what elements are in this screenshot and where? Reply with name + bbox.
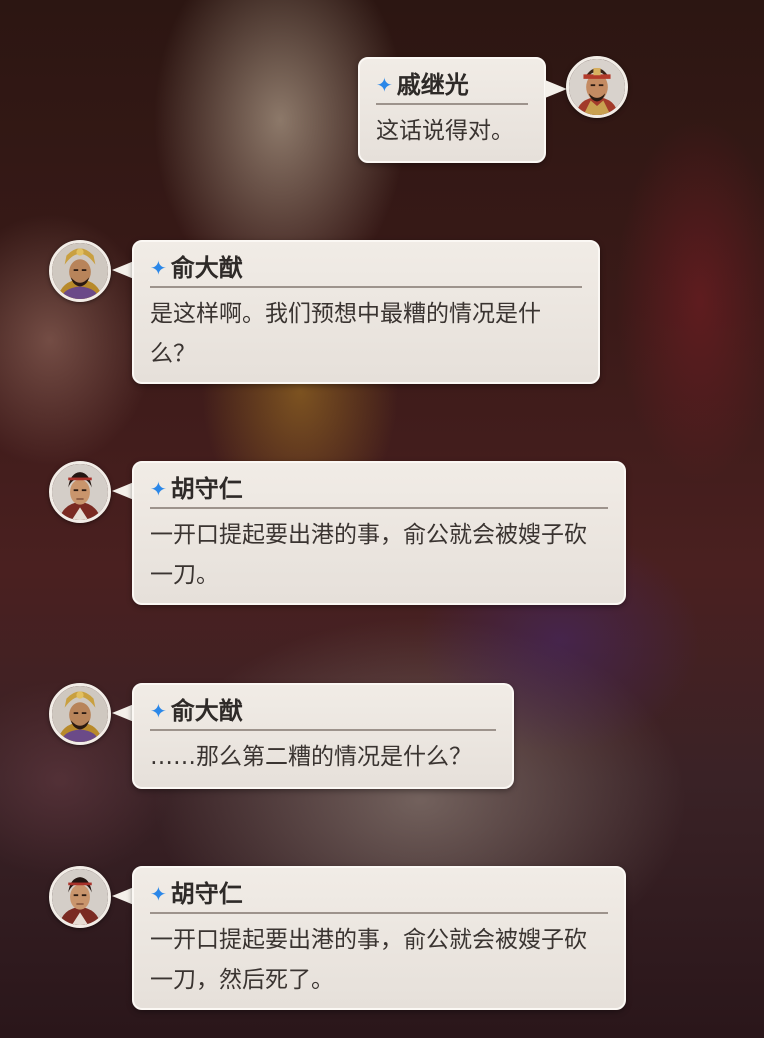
speech-bubble: ✦ 胡守仁 一开口提起要出港的事，俞公就会被嫂子砍一刀，然后死了。 — [132, 866, 626, 1010]
speaker-name: 胡守仁 — [170, 880, 243, 908]
qi-jiguang-portrait-icon[interactable] — [566, 56, 628, 118]
dialogue-text: 这话说得对。 — [376, 118, 514, 144]
speech-bubble: ✦ 戚继光 这话说得对。 — [358, 57, 546, 163]
speaker-name: 戚继光 — [396, 71, 469, 99]
bubble-tail — [112, 887, 134, 905]
speech-bubble: ✦ 俞大猷 ……那么第二糟的情况是什么？ — [132, 683, 514, 789]
speech-bubble: ✦ 胡守仁 一开口提起要出港的事，俞公就会被嫂子砍一刀。 — [132, 461, 626, 605]
speaker-name-row: ✦ 胡守仁 — [150, 473, 608, 509]
speaker-name: 胡守仁 — [170, 475, 243, 503]
star-icon: ✦ — [150, 882, 167, 906]
bubble-tail — [545, 80, 567, 98]
speaker-name-row: ✦ 俞大猷 — [150, 695, 496, 731]
speaker-name-row: ✦ 戚继光 — [376, 69, 528, 105]
dialogue-text: 是这样啊。我们预想中最糟的情况是什么？ — [150, 301, 541, 367]
hu-shouren-portrait-icon[interactable] — [49, 866, 111, 928]
hu-shouren-portrait-icon[interactable] — [49, 461, 111, 523]
speaker-name: 俞大猷 — [170, 254, 243, 282]
dialogue-text: 一开口提起要出港的事，俞公就会被嫂子砍一刀。 — [150, 522, 587, 588]
bubble-tail — [112, 704, 134, 722]
speech-bubble: ✦ 俞大猷 是这样啊。我们预想中最糟的情况是什么？ — [132, 240, 600, 384]
star-icon: ✦ — [150, 477, 167, 501]
speaker-name: 俞大猷 — [170, 697, 243, 725]
bubble-tail — [112, 261, 134, 279]
star-icon: ✦ — [150, 256, 167, 280]
dialogue-text: 一开口提起要出港的事，俞公就会被嫂子砍一刀，然后死了。 — [150, 927, 587, 993]
yu-dayou-portrait-icon[interactable] — [49, 240, 111, 302]
yu-dayou-portrait-icon[interactable] — [49, 683, 111, 745]
speaker-name-row: ✦ 胡守仁 — [150, 878, 608, 914]
speaker-name-row: ✦ 俞大猷 — [150, 252, 582, 288]
bubble-tail — [112, 482, 134, 500]
dialogue-text: ……那么第二糟的情况是什么？ — [150, 744, 472, 770]
star-icon: ✦ — [376, 73, 393, 97]
star-icon: ✦ — [150, 699, 167, 723]
